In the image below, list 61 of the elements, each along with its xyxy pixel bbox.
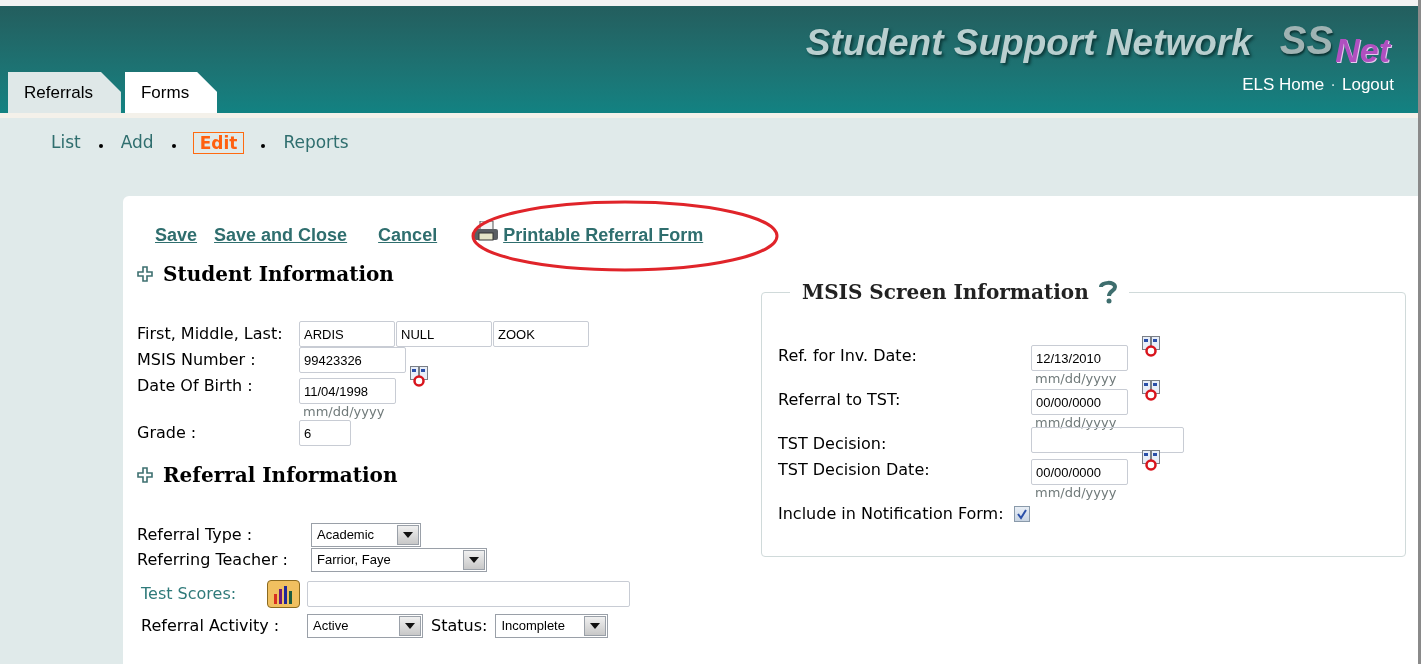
section-heading: Student Information [163, 261, 394, 288]
format-hint: mm/dd/yyyy [1034, 371, 1118, 387]
action-link[interactable]: Save [155, 222, 198, 249]
field-label: Referring Teacher : [137, 548, 289, 571]
site-title: Student Support Network [805, 21, 1252, 65]
field-label: Referral to TST: [778, 389, 902, 411]
caret-icon[interactable] [399, 616, 421, 636]
field-label: Referral Type : [137, 523, 254, 546]
tab[interactable]: Forms [124, 72, 218, 113]
field-label: First, Middle, Last: [137, 323, 284, 345]
input-field[interactable]: 11/04/1998 [299, 378, 396, 404]
test-scores-label: Test Scores: [140, 583, 238, 605]
expand-icon[interactable] [137, 467, 153, 483]
input-field[interactable]: 00/00/0000 [1031, 459, 1128, 485]
nav-link[interactable]: Reports [282, 130, 350, 156]
tab[interactable]: Referrals [8, 72, 121, 113]
link-separator: · [1330, 74, 1336, 96]
dropdown[interactable]: Farrior, Faye [311, 547, 487, 572]
field-label: MSIS Number : [137, 349, 257, 371]
help-icon[interactable] [1098, 280, 1117, 304]
field-label: Ref. for Inv. Date: [778, 345, 918, 367]
field-label: Referral Activity : [140, 615, 281, 637]
panel-title: MSIS Screen Information [802, 279, 1089, 306]
input-field[interactable]: 12/13/2010 [1031, 345, 1128, 371]
bar-chart-icon[interactable] [267, 580, 300, 608]
input-field[interactable]: ZOOK [493, 321, 589, 347]
nav-link[interactable]: Add [119, 130, 155, 156]
action-link[interactable]: Cancel [378, 222, 438, 249]
caret-icon[interactable] [584, 616, 607, 636]
calendar-icon[interactable] [1140, 335, 1162, 357]
checkbox[interactable] [1013, 506, 1030, 522]
nav-link[interactable]: List [50, 130, 82, 156]
expand-icon[interactable] [137, 266, 153, 282]
calendar-icon[interactable] [1140, 379, 1162, 401]
field-label: Date Of Birth : [137, 375, 254, 397]
action-link[interactable]: Save and Close [214, 222, 348, 249]
field-label: Status: [431, 615, 488, 637]
input-field[interactable]: 99423326 [299, 347, 406, 373]
caret-icon[interactable] [463, 549, 485, 570]
dropdown[interactable]: Incomplete [495, 614, 609, 638]
header-link[interactable]: Logout [1342, 72, 1394, 98]
input-field[interactable]: 00/00/0000 [1031, 389, 1128, 415]
field-label: TST Decision: [778, 433, 888, 455]
field-label: Grade : [137, 422, 198, 444]
format-hint: mm/dd/yyyy [1034, 485, 1118, 501]
dropdown[interactable]: Active [307, 614, 423, 638]
input-field[interactable] [307, 581, 630, 607]
calendar-icon[interactable] [1140, 449, 1162, 471]
input-field[interactable]: 6 [299, 420, 351, 446]
field-label: TST Decision Date: [778, 459, 931, 481]
input-field[interactable]: NULL [396, 321, 492, 347]
caret-icon[interactable] [397, 524, 419, 545]
dropdown[interactable]: Academic [311, 522, 421, 547]
section-heading: Referral Information [163, 462, 398, 489]
field-label: Include in Notification Form: [778, 503, 1005, 525]
format-hint: mm/dd/yyyy [302, 404, 386, 420]
calendar-icon[interactable] [408, 365, 430, 387]
printer-icon[interactable] [473, 220, 500, 243]
input-field[interactable]: ARDIS [299, 321, 395, 347]
format-hint: mm/dd/yyyy [1034, 415, 1118, 431]
header-link[interactable]: ELS Home [1242, 72, 1325, 98]
